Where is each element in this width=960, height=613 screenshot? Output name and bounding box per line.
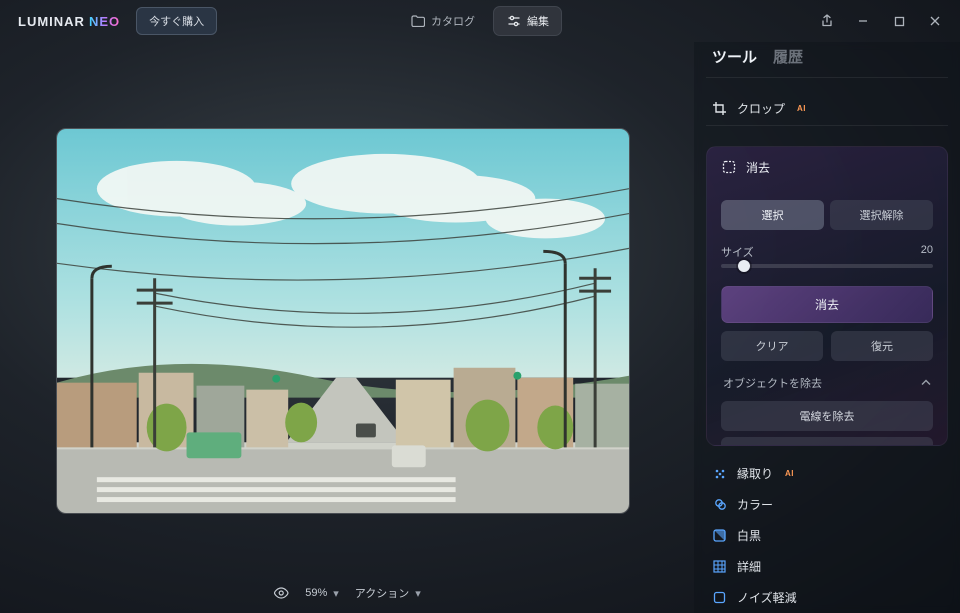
divider <box>706 77 948 78</box>
action-label: アクション <box>355 585 409 601</box>
maximize-button[interactable] <box>884 7 914 35</box>
preview-illustration <box>57 129 629 513</box>
remove-wires-button[interactable]: 電線を除去 <box>721 401 933 431</box>
tool-color[interactable]: カラー <box>706 489 948 520</box>
tool-color-label: カラー <box>737 496 773 513</box>
eye-icon <box>273 587 289 599</box>
box-icon <box>712 590 727 605</box>
sliders-icon <box>506 14 521 29</box>
size-slider[interactable] <box>721 264 933 268</box>
grid-icon <box>712 559 727 574</box>
canvas-area: 59% ▾ アクション ▾ <box>0 42 694 613</box>
chevron-down-icon: ▾ <box>415 587 421 600</box>
divider <box>706 125 948 126</box>
crop-icon <box>712 101 727 116</box>
hex-icon <box>712 466 727 481</box>
mode-tabs: カタログ 編集 <box>398 6 562 36</box>
size-label: サイズ <box>721 244 754 260</box>
select-segment: 選択 選択解除 <box>721 200 933 230</box>
tool-detail[interactable]: 詳細 <box>706 551 948 582</box>
rgb-icon <box>712 497 727 512</box>
tool-bw[interactable]: 白黒 <box>706 520 948 551</box>
ai-badge: AI <box>785 469 794 478</box>
main-area: 59% ▾ アクション ▾ ツール 履歴 クロップ AI <box>0 42 960 613</box>
image-preview[interactable] <box>56 128 630 514</box>
tool-detail-label: 詳細 <box>737 558 761 575</box>
right-panel: ツール 履歴 クロップ AI 消去 選択 選択解除 <box>694 42 960 613</box>
remove-dust-button[interactable]: ほこりを除去 <box>721 437 933 446</box>
restore-button[interactable]: 復元 <box>831 331 933 361</box>
size-value: 20 <box>921 244 933 260</box>
segment-select[interactable]: 選択 <box>721 200 824 230</box>
title-bar: LUMINAR NEO 今すぐ購入 カタログ 編集 <box>0 0 960 42</box>
logo-text-left: LUMINAR <box>18 14 85 29</box>
size-row: サイズ 20 <box>721 244 933 260</box>
remove-object-label: オブジェクトを除去 <box>723 375 822 391</box>
close-button[interactable] <box>920 7 950 35</box>
panel-tabs: ツール 履歴 <box>706 42 948 77</box>
window-controls <box>812 7 950 35</box>
erase-panel: 消去 選択 選択解除 サイズ 20 消去 クリア 復元 <box>706 146 948 446</box>
square-half-icon <box>712 528 727 543</box>
buy-now-button[interactable]: 今すぐ購入 <box>136 7 217 35</box>
logo-text-right: NEO <box>89 14 120 29</box>
slider-thumb[interactable] <box>738 260 750 272</box>
clear-restore-row: クリア 復元 <box>721 331 933 361</box>
visibility-toggle[interactable] <box>273 587 289 599</box>
zoom-value: 59% <box>305 587 327 599</box>
erase-button[interactable]: 消去 <box>721 286 933 323</box>
tool-noise-label: ノイズ軽減 <box>737 589 797 606</box>
minimize-icon <box>857 15 869 27</box>
erase-header[interactable]: 消去 <box>707 147 947 188</box>
tool-edge-label: 縁取り <box>737 465 773 482</box>
tab-tools[interactable]: ツール <box>712 46 757 67</box>
tab-edit-label: 編集 <box>527 13 549 29</box>
minimize-button[interactable] <box>848 7 878 35</box>
close-icon <box>929 15 941 27</box>
canvas-bottom-bar: 59% ▾ アクション ▾ <box>273 585 421 601</box>
tab-catalog[interactable]: カタログ <box>398 7 487 35</box>
share-icon <box>820 14 834 28</box>
erase-title: 消去 <box>746 159 770 176</box>
segment-deselect[interactable]: 選択解除 <box>830 200 933 230</box>
action-menu[interactable]: アクション ▾ <box>355 585 421 601</box>
app-logo: LUMINAR NEO <box>10 14 120 29</box>
chevron-down-icon: ▾ <box>333 587 339 600</box>
tool-list: 縁取り AI カラー 白黒 詳細 <box>706 458 948 613</box>
tab-history[interactable]: 履歴 <box>773 46 803 67</box>
remove-object-header[interactable]: オブジェクトを除去 <box>721 361 933 401</box>
maximize-icon <box>894 16 905 27</box>
tab-edit[interactable]: 編集 <box>493 6 562 36</box>
tab-catalog-label: カタログ <box>431 13 475 29</box>
tool-bw-label: 白黒 <box>737 527 761 544</box>
tool-crop-label: クロップ <box>737 100 785 117</box>
zoom-control[interactable]: 59% ▾ <box>305 587 339 600</box>
share-button[interactable] <box>812 7 842 35</box>
tool-edge[interactable]: 縁取り AI <box>706 458 948 489</box>
ai-badge: AI <box>797 104 806 113</box>
erase-body: 選択 選択解除 サイズ 20 消去 クリア 復元 オブジェクトを除去 <box>707 188 947 446</box>
tool-noise[interactable]: ノイズ軽減 <box>706 582 948 613</box>
tool-crop[interactable]: クロップ AI <box>706 92 948 125</box>
chevron-up-icon <box>921 379 931 386</box>
patch-icon <box>721 160 736 175</box>
folder-icon <box>410 14 425 29</box>
clear-button[interactable]: クリア <box>721 331 823 361</box>
